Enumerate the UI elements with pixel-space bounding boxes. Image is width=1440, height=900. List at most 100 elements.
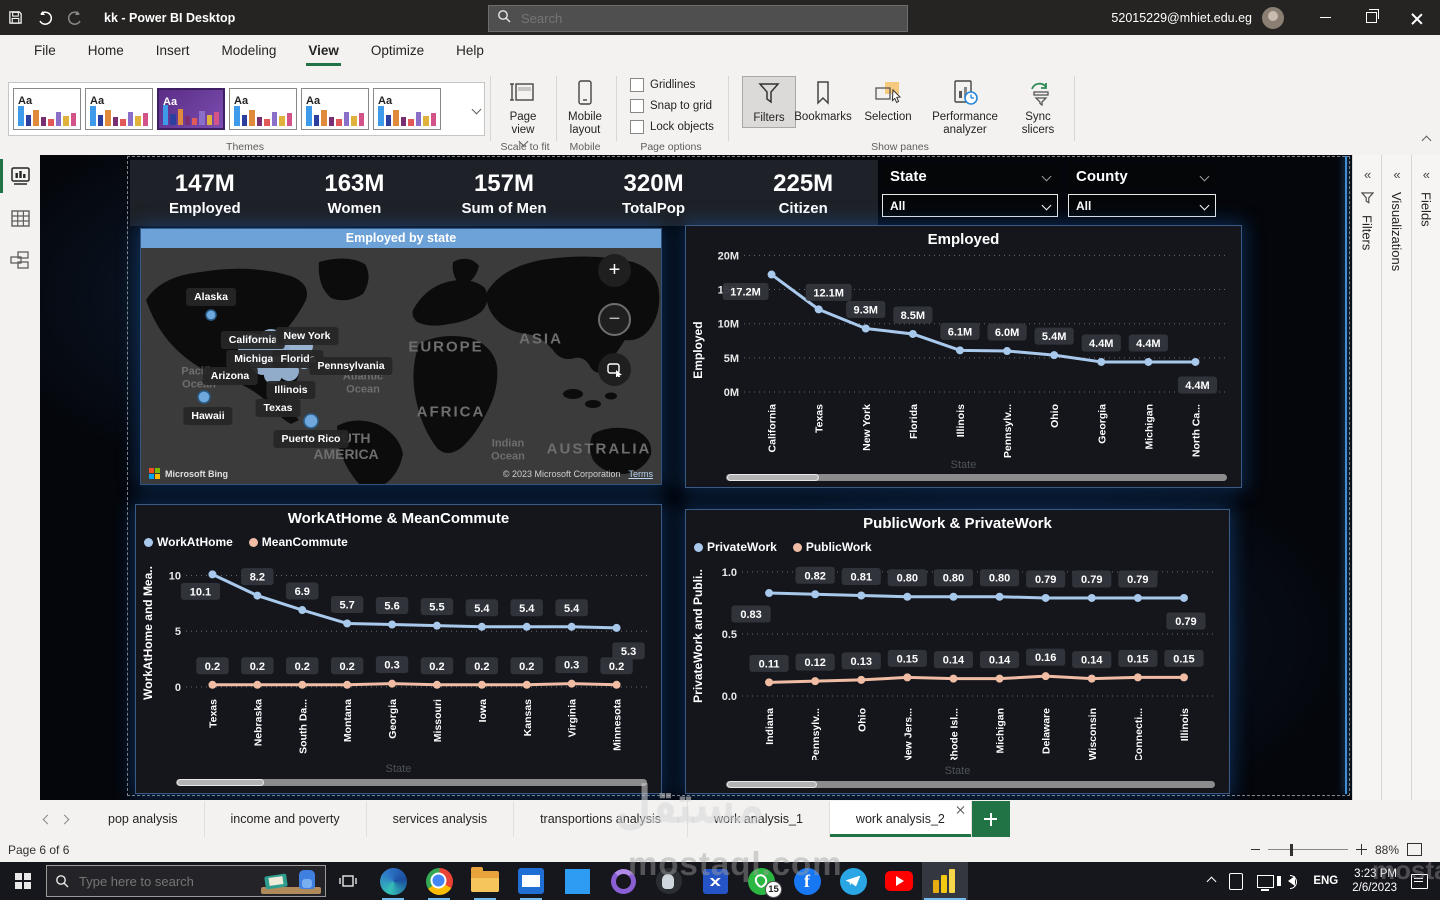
bookmarks-button[interactable]: Bookmarks <box>790 78 856 124</box>
map-label-texas[interactable]: Texas <box>255 399 301 417</box>
menu-file[interactable]: File <box>18 37 72 64</box>
expand-pane-icon[interactable]: « <box>1393 167 1400 182</box>
tab-work-analysis-2-active[interactable]: work analysis_2 <box>829 801 972 837</box>
menu-home[interactable]: Home <box>72 37 140 64</box>
theme-thumbnail-4[interactable]: Aa <box>229 88 297 130</box>
themes-gallery[interactable]: Aa Aa Aa Aa Aa Aa <box>8 82 476 136</box>
zoom-out-icon[interactable] <box>1250 848 1260 851</box>
restore-button[interactable] <box>1348 0 1394 35</box>
scrollbar-thumb[interactable] <box>727 474 820 481</box>
tab-services-analysis[interactable]: services analysis <box>367 801 515 837</box>
legend-item-publicwork[interactable]: PublicWork <box>792 540 872 554</box>
mobile-layout-button[interactable]: Mobile layout <box>562 78 608 137</box>
state-slicer-header[interactable]: State <box>882 163 1058 189</box>
taskbar-file-explorer[interactable] <box>462 862 508 900</box>
taskbar-chrome[interactable] <box>416 862 462 900</box>
expand-pane-icon[interactable]: « <box>1423 167 1430 182</box>
map-label-alaska[interactable]: Alaska <box>186 288 236 306</box>
taskbar-edge[interactable] <box>370 862 416 900</box>
ribbon-collapse-button[interactable] <box>1421 131 1432 149</box>
theme-thumbnail-6[interactable]: Aa <box>373 88 441 130</box>
theme-thumbnail-5[interactable]: Aa <box>301 88 369 130</box>
minimize-button[interactable] <box>1302 0 1348 35</box>
global-search-box[interactable] <box>488 5 908 32</box>
device-icon[interactable] <box>1229 872 1244 890</box>
lock-objects-checkbox[interactable]: Lock objects <box>630 120 714 134</box>
menu-insert[interactable]: Insert <box>140 37 206 64</box>
map-label-arizona[interactable]: Arizona <box>202 367 258 385</box>
redo-icon[interactable] <box>60 5 90 31</box>
menu-help[interactable]: Help <box>440 37 500 64</box>
search-input[interactable] <box>519 10 899 27</box>
taskbar-search-box[interactable] <box>46 865 326 897</box>
scrollbar-thumb[interactable] <box>177 779 264 786</box>
county-slicer-dropdown[interactable]: All <box>1068 194 1216 217</box>
checkbox-icon[interactable] <box>630 78 644 92</box>
zoom-slider-thumb[interactable] <box>1289 843 1293 856</box>
map-zoom-out-button[interactable]: − <box>598 303 631 336</box>
kpi-sum-of-men[interactable]: 157M Sum of Men <box>429 160 579 226</box>
kpi-card-row[interactable]: 147M Employed 163M Women 157M Sum of Men 32… <box>130 160 878 226</box>
county-slicer-header[interactable]: County <box>1068 163 1216 189</box>
kpi-citizen[interactable]: 225M Citizen <box>728 160 878 226</box>
theme-thumbnail-1[interactable]: Aa <box>13 88 81 130</box>
kpi-employed[interactable]: 147M Employed <box>130 160 280 226</box>
map-body[interactable]: Pacific Ocean Atlantic Ocean EUROPE ASIA… <box>141 248 661 484</box>
state-slicer-dropdown[interactable]: All <box>882 194 1058 217</box>
performance-analyzer-button[interactable]: Performance analyzer <box>922 78 1008 137</box>
map-selection-tool-button[interactable] <box>598 353 631 386</box>
page-view-button[interactable]: Page view <box>500 78 546 147</box>
snap-to-grid-checkbox[interactable]: Snap to grid <box>630 99 714 113</box>
legend-item-meancommute[interactable]: MeanCommute <box>248 535 348 549</box>
tab-scroll-left-icon[interactable] <box>42 814 53 824</box>
map-zoom-in-button[interactable]: + <box>598 254 631 287</box>
language-indicator[interactable]: ENG <box>1313 875 1338 887</box>
employed-line-chart[interactable]: Employed Employed 0M5M10M15M20MCaliforni… <box>685 225 1242 488</box>
tab-close-icon[interactable] <box>956 805 965 814</box>
account-email[interactable]: 52015229@mhiet.edu.eg <box>1111 11 1252 25</box>
menu-optimize[interactable]: Optimize <box>355 37 440 64</box>
tray-expand-icon[interactable] <box>1206 876 1217 886</box>
volume-icon[interactable] <box>1277 875 1298 889</box>
publicwork-privatework-chart[interactable]: PublicWork & PrivateWork PrivateWork Pub… <box>685 509 1230 794</box>
taskbar-powerbi-active[interactable] <box>922 862 968 900</box>
checkbox-icon[interactable] <box>630 120 644 134</box>
chart-horizontal-scrollbar[interactable] <box>726 781 1215 788</box>
checkbox-icon[interactable] <box>630 99 644 113</box>
kpi-women[interactable]: 163M Women <box>280 160 430 226</box>
themes-more-button[interactable] <box>468 82 485 136</box>
start-button[interactable] <box>0 862 46 900</box>
add-page-button[interactable] <box>971 801 1010 837</box>
data-view-button[interactable] <box>0 197 40 239</box>
workathome-meancommute-chart[interactable]: WorkAtHome & MeanCommute WorkAtHome Mean… <box>135 504 662 794</box>
zoom-in-icon[interactable] <box>1355 844 1367 855</box>
map-label-new-york[interactable]: New York <box>275 327 339 345</box>
avatar[interactable] <box>1262 6 1284 29</box>
terms-link[interactable]: Terms <box>629 469 654 479</box>
zoom-slider[interactable] <box>1267 843 1348 856</box>
tab-income-and-poverty[interactable]: income and poverty <box>205 801 367 837</box>
menu-view[interactable]: View <box>292 37 355 66</box>
close-button[interactable] <box>1394 0 1440 35</box>
filters-pane-collapsed[interactable]: « Filters <box>1352 155 1381 800</box>
map-label-pennsylvania[interactable]: Pennsylvania <box>309 357 393 375</box>
expand-pane-icon[interactable]: « <box>1364 167 1371 182</box>
gridlines-checkbox[interactable]: Gridlines <box>630 78 714 92</box>
sync-slicers-button[interactable]: Sync slicers <box>1012 78 1064 137</box>
map-label-hawaii[interactable]: Hawaii <box>183 407 233 425</box>
taskbar-mail[interactable] <box>508 862 554 900</box>
selection-button[interactable]: Selection <box>858 78 918 124</box>
legend-item-workathome[interactable]: WorkAtHome <box>144 535 233 549</box>
legend-item-privatework[interactable]: PrivateWork <box>694 540 777 554</box>
save-icon[interactable] <box>0 5 30 31</box>
menu-modeling[interactable]: Modeling <box>206 37 293 64</box>
chart-horizontal-scrollbar[interactable] <box>726 474 1227 481</box>
theme-thumbnail-3-selected[interactable]: Aa <box>157 88 225 130</box>
filters-ribbon-button[interactable]: Filters <box>742 76 796 129</box>
visualizations-pane-collapsed[interactable]: « Visualizations <box>1381 155 1410 800</box>
map-visual-employed-by-state[interactable]: Employed by state Pacific Ocean Atlantic… <box>140 228 662 485</box>
model-view-button[interactable] <box>0 239 40 281</box>
map-label-puerto-rico[interactable]: Puerto Rico <box>273 430 349 448</box>
tab-scroll-right-icon[interactable] <box>59 814 70 824</box>
kpi-totalpop[interactable]: 320M TotalPop <box>579 160 729 226</box>
